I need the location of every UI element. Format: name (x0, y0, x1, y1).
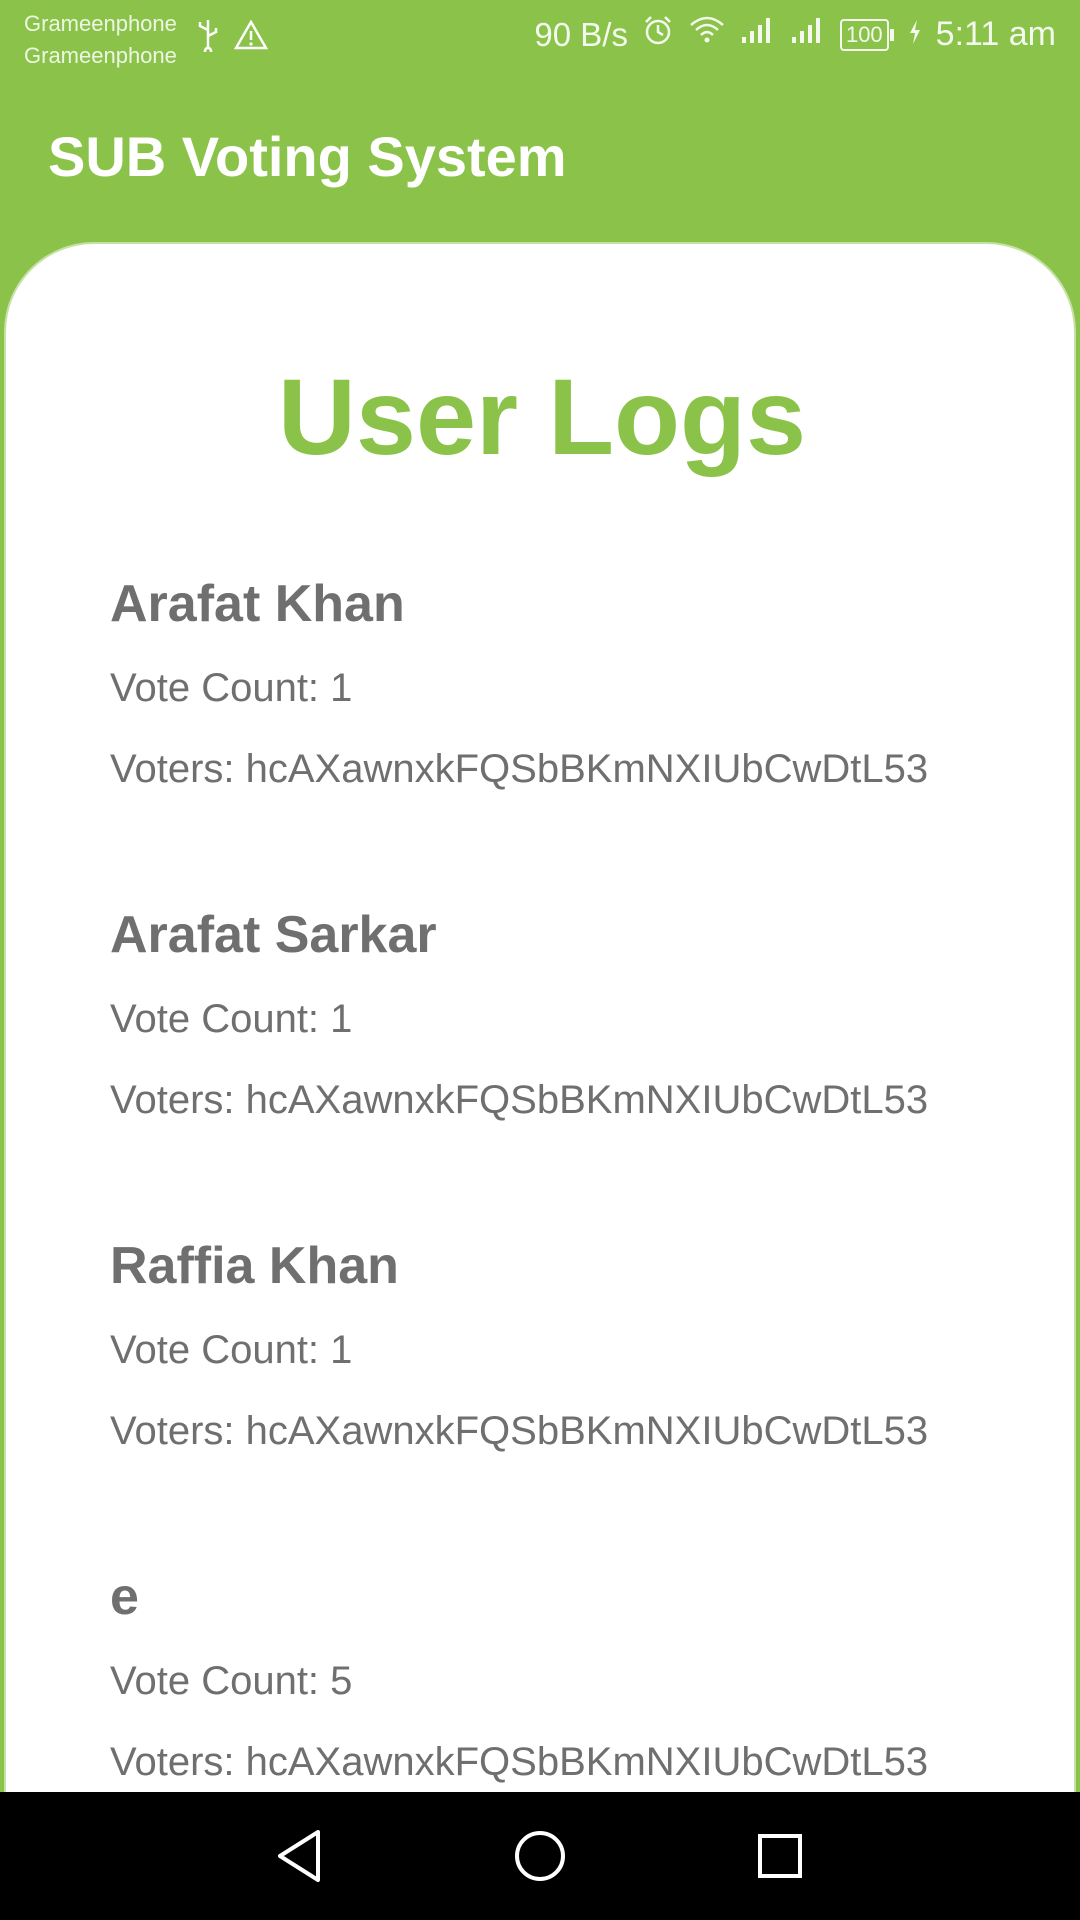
recent-apps-icon (758, 1834, 802, 1878)
battery-icon: 100 (839, 18, 894, 51)
charging-icon (908, 15, 922, 54)
back-button[interactable] (270, 1826, 330, 1886)
navigation-bar (0, 1792, 1080, 1920)
log-list[interactable]: Arafat Khan Vote Count: 1 Voters: hcAXaw… (110, 574, 1010, 1792)
warning-icon (233, 19, 269, 55)
candidate-name: Arafat Khan (110, 575, 405, 633)
vote-count: Vote Count: 1 (110, 997, 353, 1041)
signal-icon (790, 15, 826, 54)
app-bar: SUB Voting System (0, 76, 1080, 240)
logs-card[interactable]: User Logs Arafat Khan Vote Count: 1 Vote… (4, 242, 1076, 1792)
vote-count: Vote Count: 5 (110, 1659, 353, 1703)
log-item: Arafat Khan Vote Count: 1 Voters: hcAXaw… (110, 574, 1010, 905)
carrier-name-1: Grameenphone (24, 11, 177, 36)
candidate-name: Arafat Sarkar (110, 906, 437, 964)
signal-icon (740, 15, 776, 54)
carrier-info: Grameenphone Grameenphone (24, 8, 177, 72)
alarm-icon (642, 14, 674, 55)
network-speed: 90 B/s (534, 15, 628, 53)
voters-list: Voters: hcAXawnxkFQSbBKmNXIUbCwDtL53 (110, 747, 929, 791)
log-item: e Vote Count: 5 Voters: hcAXawnxkFQSbBKm… (110, 1567, 1010, 1792)
battery-level: 100 (839, 18, 889, 51)
usb-icon (196, 18, 220, 57)
vote-count: Vote Count: 1 (110, 1328, 353, 1372)
voters-list: Voters: hcAXawnxkFQSbBKmNXIUbCwDtL53 (110, 1409, 929, 1453)
vote-count: Vote Count: 1 (110, 666, 353, 710)
clock-time: 5:11 am (935, 15, 1056, 53)
voters-list: Voters: hcAXawnxkFQSbBKmNXIUbCwDtL53 (110, 1078, 929, 1122)
candidate-name: Raffia Khan (110, 1237, 399, 1295)
recent-apps-button[interactable] (750, 1826, 810, 1886)
status-bar: Grameenphone Grameenphone 90 B/s 100 5:1… (0, 0, 1080, 76)
home-icon (515, 1831, 565, 1881)
home-button[interactable] (510, 1826, 570, 1886)
log-item: Raffia Khan Vote Count: 1 Voters: hcAXaw… (110, 1236, 1010, 1567)
back-icon (278, 1830, 320, 1882)
voters-list: Voters: hcAXawnxkFQSbBKmNXIUbCwDtL53 (110, 1740, 929, 1784)
page-title: User Logs (277, 356, 807, 477)
candidate-name: e (110, 1568, 139, 1626)
log-item: Arafat Sarkar Vote Count: 1 Voters: hcAX… (110, 905, 1010, 1236)
wifi-icon (688, 15, 726, 54)
carrier-name-2: Grameenphone (24, 43, 177, 68)
app-title: SUB Voting System (48, 125, 567, 188)
